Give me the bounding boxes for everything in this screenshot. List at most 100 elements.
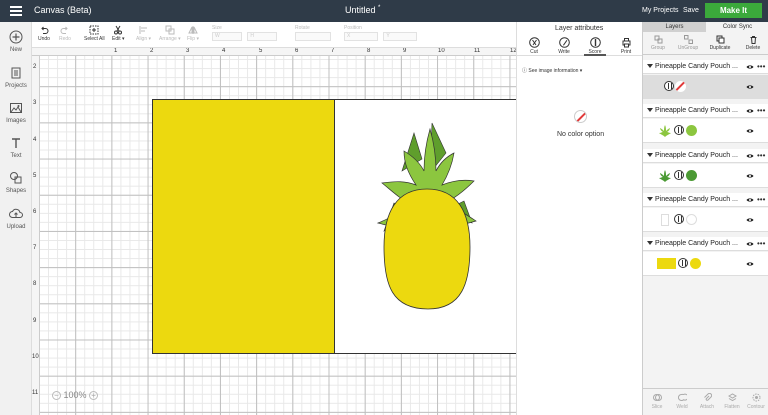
flip-menu[interactable]: Flip ▾ — [187, 25, 199, 42]
flatten-button[interactable]: Flatten — [720, 393, 744, 410]
yellow-rectangle-layer[interactable] — [152, 99, 335, 354]
layer-color-swatch[interactable] — [690, 258, 701, 269]
layer-row[interactable] — [643, 164, 768, 188]
images-icon — [10, 103, 22, 113]
zoom-out-button[interactable]: − — [52, 391, 61, 401]
collapse-arrow-icon[interactable] — [647, 241, 653, 245]
group-icon — [654, 35, 662, 44]
more-options-icon[interactable]: ••• — [757, 62, 765, 71]
group-button[interactable]: Group — [644, 35, 672, 51]
undo-icon — [41, 26, 49, 34]
yellow-rectangle-thumbnail — [657, 258, 676, 269]
undo-button[interactable]: Undo — [38, 25, 50, 42]
collapse-arrow-icon[interactable] — [647, 153, 653, 157]
zoom-in-button[interactable]: + — [89, 391, 99, 401]
paperclip-icon — [703, 393, 712, 401]
collapse-arrow-icon[interactable] — [647, 64, 653, 68]
collapse-arrow-icon[interactable] — [647, 108, 653, 112]
position-y-input[interactable]: Y — [383, 32, 418, 41]
eye-icon[interactable] — [746, 261, 754, 267]
canvas-area[interactable]: 1 2 3 4 5 6 7 8 9 10 11 12 2 3 4 5 6 7 8… — [32, 48, 516, 415]
edit-menu[interactable]: Edit ▾ — [112, 25, 125, 42]
hamburger-menu-icon[interactable] — [10, 6, 22, 16]
layer-row[interactable] — [643, 252, 768, 276]
layer-row[interactable] — [643, 119, 768, 143]
pineapple-image[interactable] — [372, 113, 482, 313]
attribute-tabs: Cut Write Score Print — [517, 36, 643, 56]
projects-icon — [11, 67, 21, 79]
redo-button[interactable]: Redo — [59, 25, 71, 42]
tab-print[interactable]: Print — [615, 37, 637, 55]
layer-row[interactable] — [643, 208, 768, 232]
layer-attributes-panel: Layer attributes Cut Write Score Print ⓘ… — [516, 22, 643, 415]
align-menu[interactable]: Align ▾ — [136, 25, 151, 42]
layer-group-row[interactable]: Pineapple Candy Pouch ... ••• — [643, 193, 768, 207]
see-image-information-link[interactable]: ⓘ See image information ▾ — [522, 67, 582, 74]
eye-icon[interactable] — [746, 153, 754, 159]
no-color-icon[interactable] — [574, 110, 587, 123]
tab-score[interactable]: Score — [584, 37, 606, 56]
position-x-input[interactable]: X — [344, 32, 378, 41]
eye-icon[interactable] — [746, 197, 754, 203]
layer-group-row[interactable]: Pineapple Candy Pouch ... ••• — [643, 104, 768, 118]
tool-images[interactable]: Images — [0, 101, 32, 124]
tool-projects[interactable]: Projects — [0, 66, 32, 89]
layer-row[interactable] — [643, 75, 768, 99]
delete-button[interactable]: Delete — [739, 35, 767, 51]
upload-icon — [9, 208, 23, 218]
tool-new[interactable]: New — [0, 30, 32, 53]
eye-icon[interactable] — [746, 64, 754, 70]
more-options-icon[interactable]: ••• — [757, 106, 765, 115]
size-height-input[interactable]: H — [247, 32, 278, 41]
tab-write[interactable]: Write — [553, 37, 575, 55]
contour-button[interactable]: Contour — [744, 393, 768, 410]
left-sidebar: New Projects Images Text Shapes Upload — [0, 22, 32, 415]
weld-button[interactable]: Weld — [670, 393, 694, 410]
layer-color-swatch[interactable] — [686, 125, 697, 136]
tab-color-sync[interactable]: Color Sync — [706, 22, 768, 32]
more-options-icon[interactable]: ••• — [757, 239, 765, 248]
leaves-thumbnail — [659, 125, 671, 137]
my-projects-link[interactable]: My Projects — [642, 7, 679, 14]
eye-icon[interactable] — [746, 108, 754, 114]
score-icon — [589, 37, 601, 48]
size-width-input[interactable]: W — [212, 32, 242, 41]
plus-icon — [9, 30, 23, 44]
trash-icon — [750, 36, 756, 44]
document-title[interactable]: Untitled * — [345, 5, 380, 15]
eye-icon[interactable] — [746, 84, 754, 90]
eye-icon[interactable] — [746, 217, 754, 223]
write-icon — [558, 37, 570, 48]
layer-color-swatch[interactable] — [686, 170, 697, 181]
eye-icon[interactable] — [746, 128, 754, 134]
score-op-icon — [664, 81, 674, 91]
layer-color-swatch[interactable] — [686, 214, 697, 225]
layer-group-row[interactable]: Pineapple Candy Pouch ... ••• — [643, 60, 768, 74]
ungroup-button[interactable]: UnGroup — [674, 35, 702, 51]
eye-icon[interactable] — [746, 173, 754, 179]
duplicate-button[interactable]: Duplicate — [706, 35, 734, 51]
tool-shapes[interactable]: Shapes — [0, 171, 32, 194]
collapse-arrow-icon[interactable] — [647, 197, 653, 201]
layer-group-row[interactable]: Pineapple Candy Pouch ... ••• — [643, 149, 768, 163]
make-it-button[interactable]: Make It — [705, 3, 762, 18]
tool-upload[interactable]: Upload — [0, 207, 32, 230]
select-all-button[interactable]: Select All — [84, 25, 105, 42]
slice-icon — [652, 394, 662, 401]
attach-button[interactable]: Attach — [695, 393, 719, 410]
arrange-menu[interactable]: Arrange ▾ — [159, 25, 181, 42]
rotate-input[interactable] — [295, 32, 331, 41]
layers-panel: Layers Color Sync Group UnGroup Duplicat… — [642, 22, 768, 415]
tab-cut[interactable]: Cut — [523, 37, 545, 55]
cut-op-icon — [674, 170, 684, 180]
tab-layers[interactable]: Layers — [643, 22, 706, 32]
horizontal-ruler: 1 2 3 4 5 6 7 8 9 10 11 12 — [32, 48, 516, 56]
more-options-icon[interactable]: ••• — [757, 195, 765, 204]
eye-icon[interactable] — [746, 241, 754, 247]
no-color-icon[interactable] — [675, 81, 686, 92]
slice-button[interactable]: Slice — [645, 393, 669, 410]
more-options-icon[interactable]: ••• — [757, 151, 765, 160]
save-button[interactable]: Save — [683, 7, 699, 14]
layer-group-row[interactable]: Pineapple Candy Pouch ... ••• — [643, 237, 768, 251]
tool-text[interactable]: Text — [0, 136, 32, 159]
